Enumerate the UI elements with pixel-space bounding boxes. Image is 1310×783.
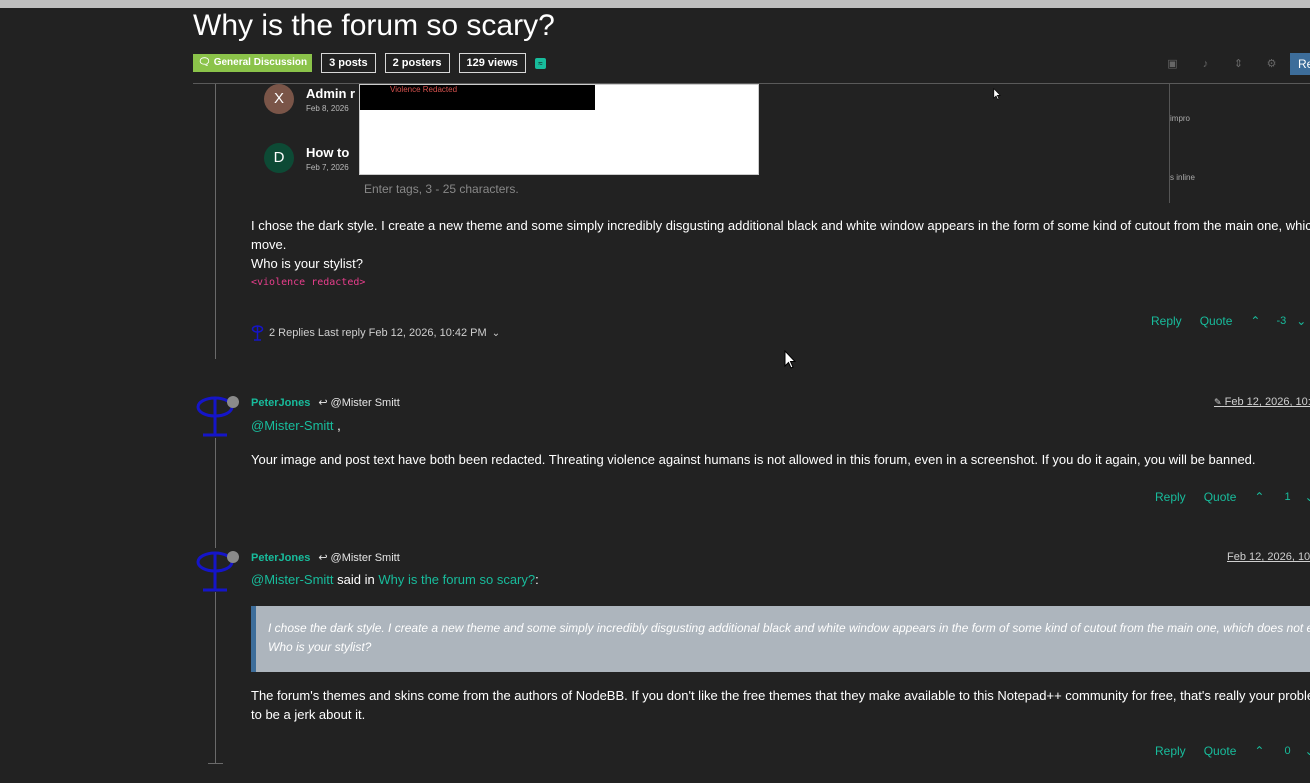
username-link[interactable]: PeterJones: [251, 552, 310, 564]
chat-icon: 🗨: [198, 57, 211, 68]
post-mention-line: @Mister-Smitt said in Why is the forum s…: [251, 572, 539, 587]
upvote-icon[interactable]: ⌃: [1254, 744, 1264, 758]
topic-meta: 🗨 General Discussion 3 posts 2 posters 1…: [193, 53, 546, 73]
reply-to-link[interactable]: ↩ @Mister Smitt: [318, 396, 400, 410]
avatar: X: [264, 84, 294, 114]
post-body: Your image and post text have both been …: [251, 452, 1256, 467]
inbox-icon[interactable]: ▣: [1156, 54, 1189, 74]
reply-link[interactable]: Reply: [1151, 314, 1182, 328]
vote-count: 1: [1284, 491, 1291, 503]
views-count: 129 views: [458, 53, 526, 73]
vote-count: 0: [1284, 745, 1291, 757]
upvote-icon[interactable]: ⌃: [1254, 490, 1264, 504]
side-snippet: s inline: [1170, 173, 1195, 182]
post-line: move.: [251, 237, 287, 252]
mouse-cursor-icon: [993, 88, 1001, 100]
reply-link[interactable]: Reply: [1155, 490, 1186, 504]
reply-button[interactable]: Reply: [1290, 53, 1310, 75]
thread-line: [215, 438, 216, 548]
reply-to-label: @Mister Smitt: [330, 551, 400, 564]
suggest-row-howto[interactable]: D How to Feb 7, 2026: [264, 143, 349, 173]
replies-summary: 2 Replies Last reply Feb 12, 2026, 10:42…: [269, 327, 487, 339]
topic-link[interactable]: Why is the forum so scary?: [378, 572, 535, 587]
post-line: The forum's themes and skins come from t…: [251, 688, 1310, 703]
gear-icon[interactable]: ⚙: [1255, 54, 1288, 74]
downvote-icon[interactable]: ⌄: [1305, 490, 1310, 504]
post-mention-line: @Mister-Smitt ,: [251, 418, 341, 433]
composer-overlay: X Admin r Feb 8, 2026 D How to Feb 7, 20…: [250, 84, 1200, 204]
rss-icon[interactable]: ≈: [534, 57, 546, 69]
quote-link[interactable]: Quote: [1200, 314, 1233, 328]
category-label: General Discussion: [213, 57, 308, 68]
suggest-date: Feb 7, 2026: [306, 162, 349, 172]
suggest-date: Feb 8, 2026: [306, 103, 349, 113]
thread-line: [215, 84, 216, 359]
quote-link[interactable]: Quote: [1204, 744, 1237, 758]
post-actions: Reply Quote ⌃ -3 ⌄: [1151, 314, 1306, 328]
reply-to-link[interactable]: ↩ @Mister Smitt: [318, 551, 400, 565]
post-line: I chose the dark style. I create a new t…: [251, 218, 1310, 233]
post-header: PeterJones ↩ @Mister Smitt: [251, 396, 400, 410]
mention-link[interactable]: @Mister-Smitt: [251, 572, 334, 587]
post-body: I chose the dark style. I create a new t…: [251, 216, 1310, 273]
redacted-image: Violence Redacted: [360, 85, 595, 110]
post-actions: Reply Quote ⌃ 1 ⌄: [1155, 490, 1310, 504]
browser-top-strip: [0, 0, 1310, 8]
replies-toggle[interactable]: 2 Replies Last reply Feb 12, 2026, 10:42…: [251, 325, 500, 341]
vote-count: -3: [1276, 315, 1287, 327]
composer-preview-panel: Violence Redacted: [359, 84, 759, 175]
sort-icon[interactable]: ⇕: [1222, 54, 1255, 74]
offline-status-dot: [227, 551, 239, 563]
mention-link[interactable]: @Mister-Smitt: [251, 418, 334, 433]
suggest-title: How to: [306, 144, 350, 160]
offline-status-dot: [227, 396, 239, 408]
quote-link[interactable]: Quote: [1204, 490, 1237, 504]
post-header: PeterJones ↩ @Mister Smitt: [251, 551, 400, 565]
reply-arrow-icon: ↩: [318, 552, 328, 564]
post-actions: Reply Quote ⌃ 0 ⌄: [1155, 744, 1310, 758]
post-line: Who is your stylist?: [251, 256, 363, 271]
quote-line: Who is your stylist?: [268, 640, 372, 654]
thread-end: [208, 763, 223, 764]
avatar: D: [264, 143, 294, 173]
quote-line: I chose the dark style. I create a new t…: [268, 621, 1310, 635]
posts-count: 3 posts: [321, 53, 376, 73]
posters-count: 2 posters: [384, 53, 450, 73]
reply-link[interactable]: Reply: [1155, 744, 1186, 758]
downvote-icon[interactable]: ⌄: [1305, 744, 1310, 758]
user-avatar-icon: [251, 325, 264, 341]
blockquote: I chose the dark style. I create a new t…: [251, 606, 1310, 672]
thread-line: [215, 592, 216, 764]
post-timestamp[interactable]: Feb 12, 2026, 10:: [1227, 551, 1310, 563]
mention-suffix: ,: [333, 418, 341, 433]
reply-arrow-icon: ↩: [318, 397, 328, 409]
category-badge[interactable]: 🗨 General Discussion: [193, 54, 313, 72]
suggest-row-admin[interactable]: X Admin r Feb 8, 2026: [264, 84, 355, 114]
redacted-label: Violence Redacted: [390, 85, 458, 94]
upvote-icon[interactable]: ⌃: [1250, 314, 1260, 328]
bell-icon[interactable]: ♪: [1189, 54, 1222, 74]
topic-title: Why is the forum so scary?: [193, 9, 555, 42]
username-link[interactable]: PeterJones: [251, 397, 310, 409]
timestamp-label: Feb 12, 2026, 10:: [1224, 396, 1310, 408]
edit-icon: ✎: [1214, 397, 1222, 407]
post-body: The forum's themes and skins come from t…: [251, 686, 1310, 724]
post-timestamp[interactable]: ✎ Feb 12, 2026, 10:: [1214, 396, 1310, 408]
suggest-title: Admin r: [306, 85, 356, 101]
redacted-code: <violence redacted>: [251, 277, 366, 288]
reply-to-label: @Mister Smitt: [330, 396, 400, 409]
post-line: to be a jerk about it.: [251, 707, 366, 722]
chevron-down-icon: ⌄: [491, 327, 501, 339]
side-snippet: impro: [1170, 114, 1191, 123]
colon: :: [535, 572, 539, 587]
said-in-text: said in: [333, 572, 379, 587]
overlay-divider: [1169, 84, 1170, 203]
tags-input-hint[interactable]: Enter tags, 3 - 25 characters.: [364, 182, 519, 196]
mouse-cursor-icon: [784, 350, 796, 369]
topic-toolbar: ▣ ♪ ⇕ ⚙ Reply: [1156, 53, 1310, 75]
downvote-icon[interactable]: ⌄: [1296, 314, 1306, 328]
